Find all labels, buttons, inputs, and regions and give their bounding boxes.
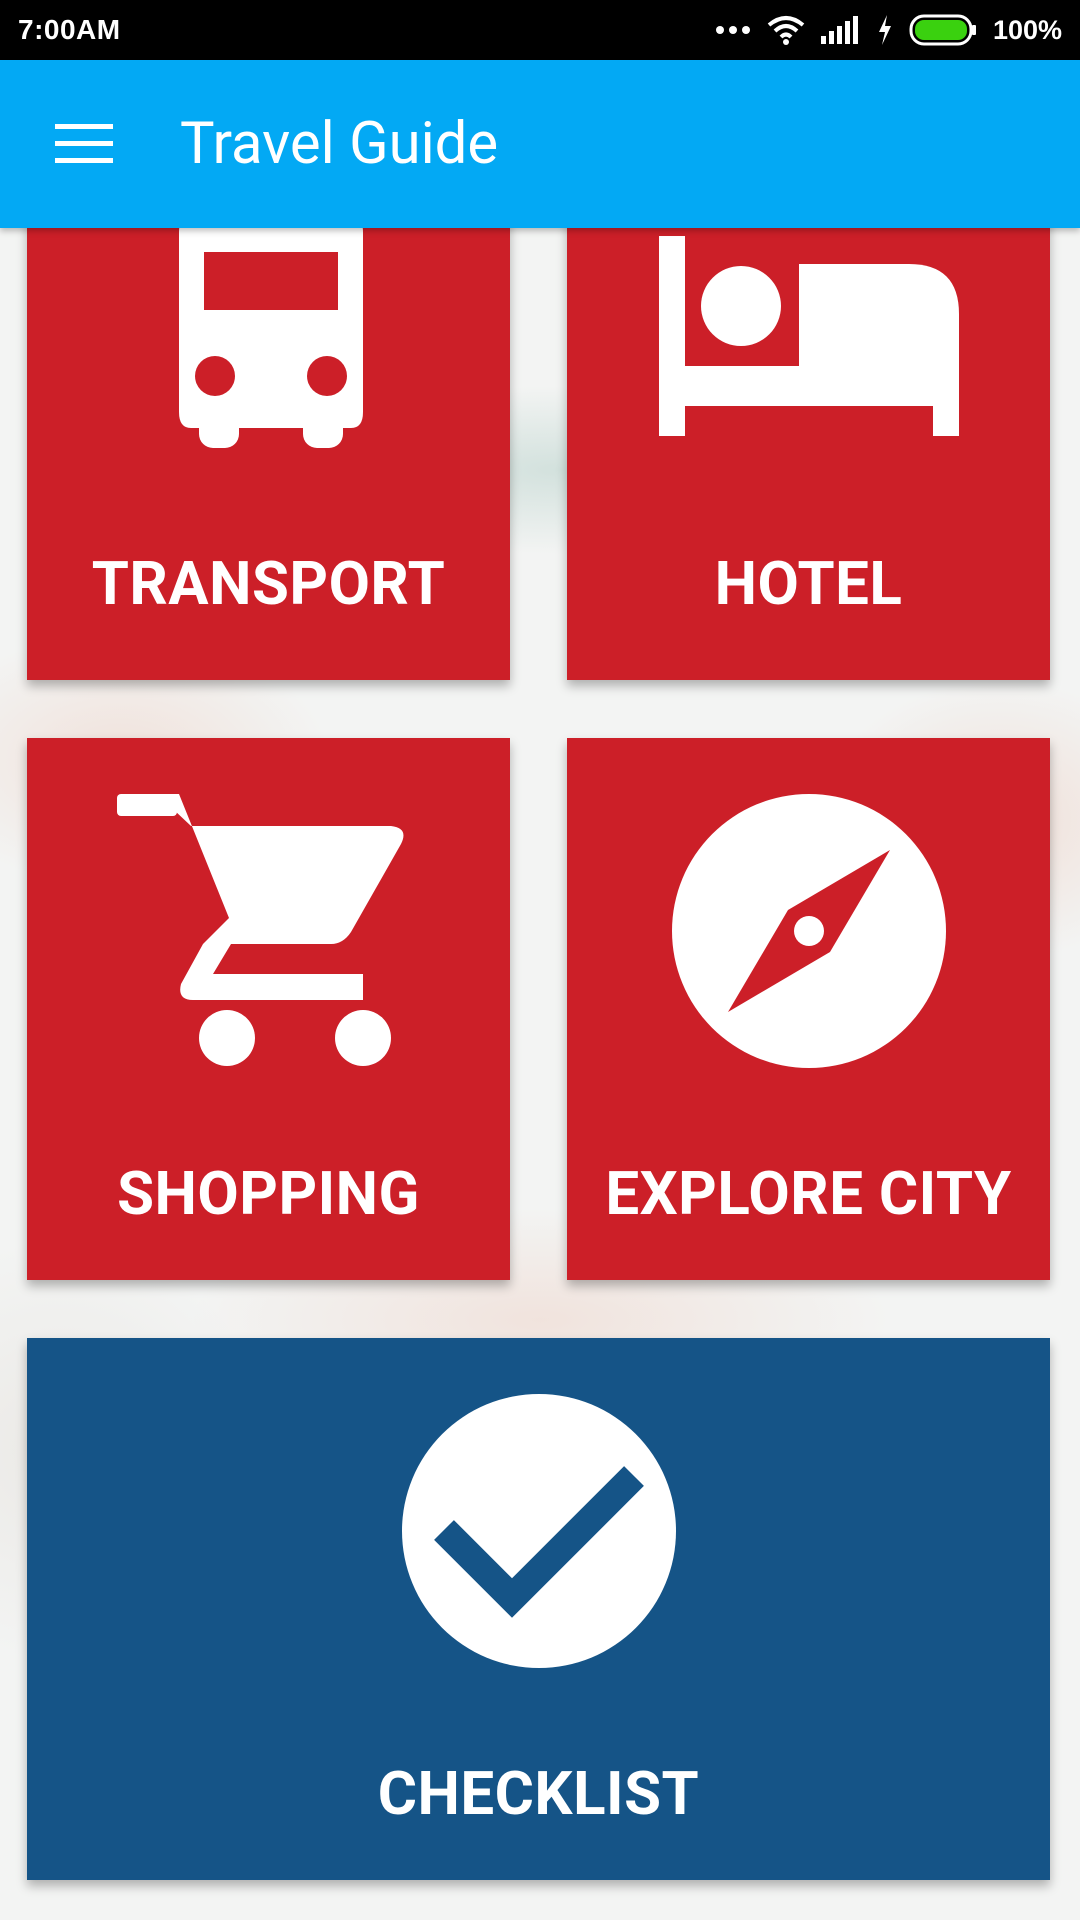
battery-icon xyxy=(909,14,976,46)
explore-city-label: EXPLORE CITY xyxy=(605,1158,1012,1229)
checklist-tile[interactable]: CHECKLIST xyxy=(27,1338,1050,1880)
status-bar: 7:00AM 100% xyxy=(0,0,1080,60)
transport-tile[interactable]: TRANSPORT xyxy=(27,228,510,680)
shopping-cart-icon xyxy=(117,794,404,1066)
bed-icon xyxy=(659,236,959,436)
status-icons: 100% xyxy=(715,14,1062,46)
explore-city-tile[interactable]: EXPLORE CITY xyxy=(567,738,1050,1280)
more-dots-icon xyxy=(715,26,750,34)
menu-icon xyxy=(55,124,113,163)
hotel-label: HOTEL xyxy=(714,548,903,619)
compass-icon xyxy=(672,794,946,1068)
battery-percent: 100% xyxy=(992,14,1062,45)
hotel-tile[interactable]: HOTEL xyxy=(567,228,1050,680)
charging-icon xyxy=(878,15,891,45)
transport-label: TRANSPORT xyxy=(91,548,446,619)
shopping-tile[interactable]: SHOPPING xyxy=(27,738,510,1280)
menu-button[interactable] xyxy=(42,102,126,186)
signal-icon xyxy=(820,16,858,44)
app-title: Travel Guide xyxy=(180,110,499,178)
wifi-icon xyxy=(767,16,805,45)
shopping-label: SHOPPING xyxy=(117,1158,420,1229)
bus-icon xyxy=(179,228,363,448)
checklist-label: CHECKLIST xyxy=(377,1758,700,1829)
check-circle-icon xyxy=(402,1394,676,1668)
app-bar: Travel Guide xyxy=(0,60,1080,228)
status-time: 7:00AM xyxy=(18,14,121,45)
tile-grid: TRANSPORT HOTEL SHOPPING EXPLORE CITY CH… xyxy=(0,228,1080,1920)
